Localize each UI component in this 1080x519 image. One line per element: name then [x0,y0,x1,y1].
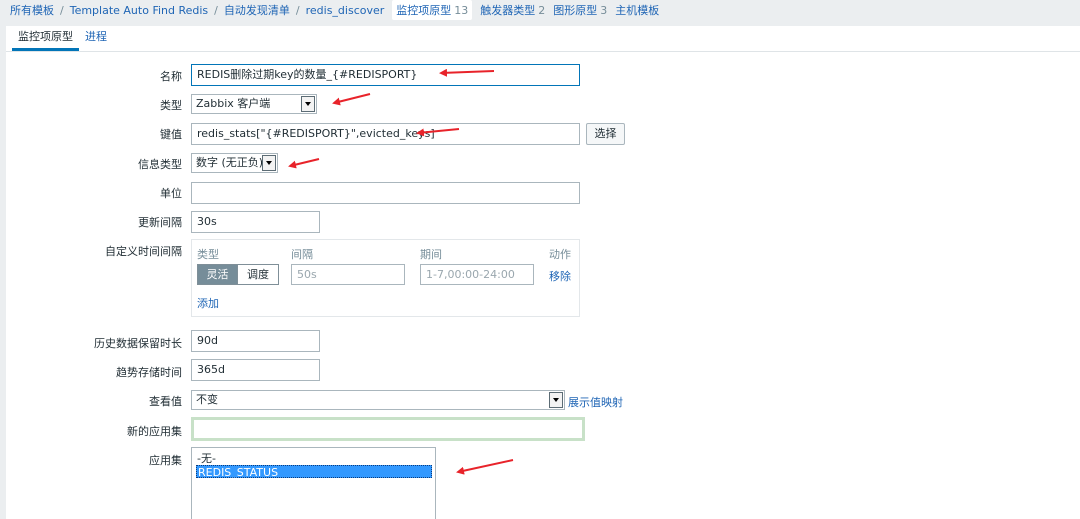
breadcrumb: 所有模板 / Template Auto Find Redis / 自动发现清单… [0,0,1080,20]
period-input[interactable]: 1-7,00:00-24:00 [420,264,534,285]
type-select[interactable]: Zabbix 客户端 [191,94,317,114]
show-value-label: 查看值 [149,395,182,408]
tab-item-prototype[interactable]: 监控项原型 [12,28,79,51]
name-input[interactable]: REDIS删除过期key的数量_{#REDISPORT} [191,64,580,86]
update-interval-label: 更新间隔 [138,216,182,229]
breadcrumb-tab-label: 触发器类型 [480,4,536,17]
list-item[interactable]: REDIS_STATUS [196,465,432,479]
breadcrumb-tab-label: 图形原型 [553,4,598,17]
show-value-select[interactable]: 不变 [191,390,565,410]
units-input[interactable] [191,182,580,204]
breadcrumb-separator: / [60,3,64,17]
units-label: 单位 [160,187,182,200]
key-label: 键值 [160,128,182,141]
breadcrumb-tab-count: 13 [454,4,469,17]
breadcrumb-discovery-rule[interactable]: redis_discover [306,4,385,17]
chevron-down-icon[interactable] [301,96,315,112]
type-select-value: Zabbix 客户端 [196,97,271,110]
select-key-button[interactable]: 选择 [586,123,625,145]
tab-preprocessing[interactable]: 进程 [79,28,113,51]
info-type-select-value: 数字 (无正负) [196,156,264,169]
custom-intervals-label: 自定义时间间隔 [105,245,182,258]
custom-intervals-table: 类型 间隔 期间 动作 灵活 调度 50s 1-7,00:00-24:00 移除… [191,239,580,317]
breadcrumb-tab-count: 2 [538,4,546,17]
breadcrumb-tab-host-templates[interactable]: 主机模板 [615,2,659,18]
breadcrumb-tab-trigger-prototypes[interactable]: 触发器类型 2 [480,2,545,18]
chevron-down-icon[interactable] [262,155,276,171]
new-application-input[interactable] [191,417,585,441]
remove-interval-link[interactable]: 移除 [549,268,571,284]
breadcrumb-tab-count: 3 [600,4,608,17]
breadcrumb-discovery-list[interactable]: 自动发现清单 [224,2,290,18]
name-label: 名称 [160,70,182,83]
item-prototype-form: 名称 REDIS删除过期key的数量_{#REDISPORT} 类型 Zabbi… [6,52,1080,519]
toggle-flexible[interactable]: 灵活 [197,264,238,285]
new-application-label: 新的应用集 [127,425,182,438]
breadcrumb-tab-graph-prototypes[interactable]: 图形原型 3 [553,2,607,18]
breadcrumb-all-templates[interactable]: 所有模板 [10,2,54,18]
add-interval-link[interactable]: 添加 [197,295,219,311]
toggle-scheduling[interactable]: 调度 [237,264,279,285]
update-interval-input[interactable]: 30s [191,211,320,233]
type-label: 类型 [160,99,182,112]
chevron-down-icon[interactable] [549,392,563,408]
col-header-type: 类型 [197,248,219,261]
breadcrumb-tab-item-prototypes[interactable]: 监控项原型 13 [392,0,473,20]
key-input[interactable]: redis_stats["{#REDISPORT}",evicted_keys] [191,123,580,145]
list-item[interactable]: -无- [192,452,435,465]
history-label: 历史数据保留时长 [94,337,182,350]
breadcrumb-tab-label: 主机模板 [615,4,660,17]
trends-label: 趋势存储时间 [116,366,182,379]
breadcrumb-template-link[interactable]: Template Auto Find Redis [70,4,208,17]
interval-input[interactable]: 50s [291,264,405,285]
info-type-select[interactable]: 数字 (无正负) [191,153,278,173]
breadcrumb-separator: / [295,3,300,17]
col-header-period: 期间 [420,248,442,261]
breadcrumb-tab-label: 监控项原型 [396,4,452,17]
applications-label: 应用集 [149,454,182,467]
form-tabs: 监控项原型 进程 [6,26,1080,52]
show-value-select-value: 不变 [196,393,218,406]
info-type-label: 信息类型 [138,158,182,171]
breadcrumb-separator: / [214,3,218,17]
trends-input[interactable]: 365d [191,359,320,381]
col-header-interval: 间隔 [291,248,313,261]
col-header-action: 动作 [549,248,571,261]
history-input[interactable]: 90d [191,330,320,352]
value-mapping-link[interactable]: 展示值映射 [568,394,623,410]
applications-listbox[interactable]: -无- REDIS_STATUS [191,447,436,519]
